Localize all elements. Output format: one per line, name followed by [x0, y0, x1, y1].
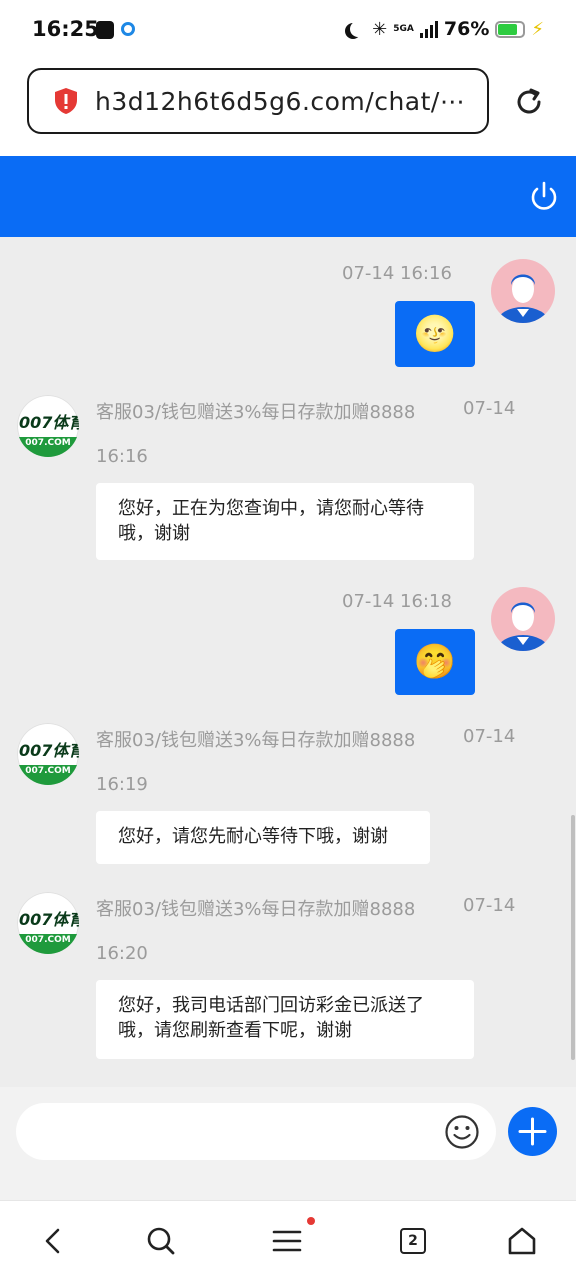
agent-logo-sub: 007.COM: [17, 765, 79, 785]
user-avatar: [491, 259, 555, 323]
notification-dot: [307, 1217, 315, 1225]
charging-icon: ⚡: [531, 18, 544, 40]
scrollbar[interactable]: [571, 815, 575, 1060]
app-notification-icon: [121, 22, 135, 36]
emoji-sticker: 🌝: [413, 314, 457, 354]
agent-name: 客服03/钱包赠送3%每日存款加赠8888: [96, 730, 416, 751]
chat-header: [0, 156, 576, 237]
message-input-bar: [0, 1087, 576, 1200]
url-field[interactable]: h3d12h6t6d5g6.com/chat/⋯: [27, 68, 489, 134]
message-line: 您好，我司电话部门回访彩金已派送了: [118, 995, 424, 1016]
agent-message-bubble[interactable]: 您好，正在为您查询中，请您耐心等待 哦，谢谢: [96, 483, 474, 560]
network-label: 5GA: [393, 24, 414, 34]
agent-name: 客服03/钱包赠送3%每日存款加赠8888: [96, 899, 416, 920]
home-button[interactable]: [502, 1221, 542, 1261]
signal-icon: [419, 20, 438, 38]
tabs-icon: 2: [400, 1228, 426, 1254]
battery-icon: [495, 20, 526, 38]
message-date: 07-14: [463, 726, 516, 747]
message-input[interactable]: [16, 1103, 496, 1160]
moon-icon: [350, 21, 366, 37]
tiktok-icon: [96, 21, 114, 39]
plus-icon: [518, 1117, 547, 1146]
agent-logo-text: 007体育: [19, 910, 79, 929]
menu-icon: [272, 1230, 302, 1252]
message-time: 16:19: [96, 774, 148, 795]
search-icon: [147, 1227, 175, 1255]
back-button[interactable]: [33, 1221, 73, 1261]
message-timestamp: 07-14 16:18: [342, 591, 452, 612]
browser-address-bar: h3d12h6t6d5g6.com/chat/⋯: [0, 62, 576, 156]
emoji-icon[interactable]: [444, 1114, 480, 1150]
home-icon: [508, 1227, 536, 1255]
browser-navigation-bar: 2: [0, 1200, 576, 1280]
message-line: 您好，正在为您查询中，请您耐心等待: [118, 498, 424, 519]
tabs-button[interactable]: 2: [393, 1221, 433, 1261]
agent-name: 客服03/钱包赠送3%每日存款加赠8888: [96, 402, 416, 423]
user-avatar: [491, 587, 555, 651]
message-line: 哦，请您刷新查看下呢，谢谢: [118, 1020, 352, 1041]
agent-avatar: 007体育 007.COM: [17, 892, 79, 954]
agent-logo-sub: 007.COM: [17, 934, 79, 954]
chat-message-list[interactable]: 07-14 16:16 🌝 007体育 007.COM 客服03/钱包赠送3%每…: [0, 237, 576, 1087]
power-icon[interactable]: [527, 180, 561, 214]
message-date: 07-14: [463, 398, 516, 419]
message-line: 您好，请您先耐心等待下哦，谢谢: [118, 826, 388, 847]
search-button[interactable]: [141, 1221, 181, 1261]
user-avatar-icon: [497, 602, 549, 651]
agent-avatar: 007体育 007.COM: [17, 395, 79, 457]
back-icon: [45, 1228, 60, 1254]
url-text: h3d12h6t6d5g6.com/chat/⋯: [95, 87, 466, 116]
agent-logo-sub: 007.COM: [17, 437, 79, 457]
reload-icon[interactable]: [513, 86, 545, 118]
agent-message-bubble[interactable]: 您好，我司电话部门回访彩金已派送了 哦，请您刷新查看下呢，谢谢: [96, 980, 474, 1059]
message-timestamp: 07-14 16:16: [342, 263, 452, 284]
user-message-bubble[interactable]: 🌝: [395, 301, 475, 367]
status-bar: 16:25 ✳ 5GA 76% ⚡: [0, 0, 576, 62]
user-message-bubble[interactable]: 🤭: [395, 629, 475, 695]
status-time: 16:25: [32, 17, 99, 41]
bluetooth-icon: ✳: [372, 18, 388, 40]
message-date: 07-14: [463, 895, 516, 916]
menu-button[interactable]: [267, 1217, 315, 1261]
agent-avatar: 007体育 007.COM: [17, 723, 79, 785]
emoji-sticker: 🤭: [413, 642, 457, 682]
user-avatar-icon: [497, 274, 549, 323]
agent-logo-text: 007体育: [19, 413, 79, 432]
agent-logo-text: 007体育: [19, 741, 79, 760]
add-attachment-button[interactable]: [508, 1107, 557, 1156]
shield-alert-icon: [55, 88, 77, 114]
message-time: 16:16: [96, 446, 148, 467]
agent-message-bubble[interactable]: 您好，请您先耐心等待下哦，谢谢: [96, 811, 430, 864]
message-line: 哦，谢谢: [118, 523, 190, 544]
status-indicators: ✳ 5GA 76% ⚡: [344, 18, 544, 40]
message-time: 16:20: [96, 943, 148, 964]
battery-percent: 76%: [443, 18, 490, 40]
